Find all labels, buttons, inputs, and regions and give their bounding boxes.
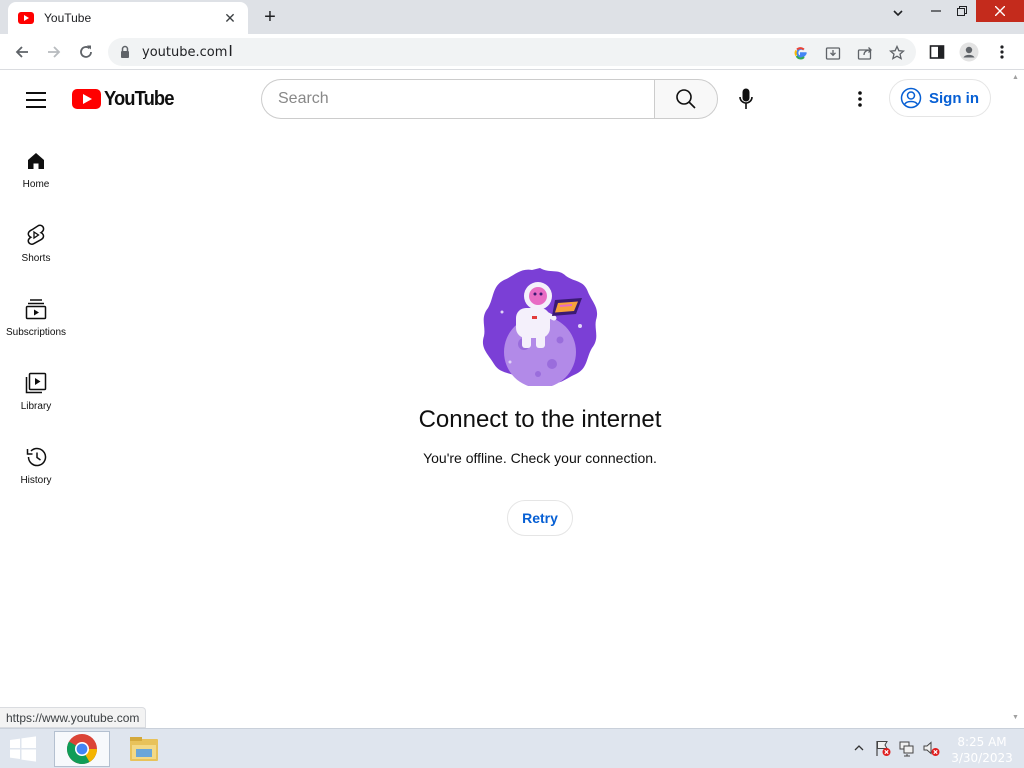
account-circle-icon bbox=[900, 87, 922, 109]
sign-in-button[interactable]: Sign in bbox=[889, 79, 991, 117]
guide-item-label: Shorts bbox=[21, 253, 51, 264]
guide-item-label: History bbox=[20, 475, 52, 486]
new-tab-button[interactable]: + bbox=[258, 6, 282, 28]
retry-button[interactable]: Retry bbox=[507, 500, 573, 536]
close-window-button[interactable] bbox=[976, 0, 1024, 22]
taskbar-chrome-button[interactable] bbox=[54, 731, 110, 767]
scroll-down-arrow-icon[interactable]: ▼ bbox=[1012, 714, 1019, 721]
subscriptions-icon bbox=[24, 297, 48, 321]
side-panel-icon[interactable] bbox=[926, 41, 948, 63]
guide-menu-button[interactable] bbox=[24, 88, 48, 112]
volume-muted-icon[interactable] bbox=[922, 739, 940, 757]
browser-menu-icon[interactable] bbox=[991, 41, 1013, 63]
search-input[interactable] bbox=[278, 90, 655, 108]
youtube-favicon-icon bbox=[18, 12, 34, 24]
clock-time: 8:25 AM bbox=[957, 735, 1007, 749]
guide-item-label: Library bbox=[20, 401, 52, 412]
forward-button[interactable] bbox=[42, 40, 66, 64]
network-icon[interactable] bbox=[898, 739, 916, 757]
show-hidden-icons-icon[interactable] bbox=[850, 739, 868, 757]
youtube-page: YouTube Sign in Home Shorts Subscription… bbox=[0, 71, 1008, 728]
close-tab-icon[interactable]: ✕ bbox=[222, 10, 238, 26]
restore-window-button[interactable] bbox=[946, 0, 978, 22]
youtube-logo[interactable]: YouTube bbox=[72, 88, 180, 110]
guide-item-subscriptions[interactable]: Subscriptions bbox=[0, 291, 72, 365]
guide-item-library[interactable]: Library bbox=[0, 365, 72, 439]
voice-search-button[interactable] bbox=[734, 87, 758, 111]
guide-item-label: Home bbox=[22, 179, 50, 190]
scroll-up-arrow-icon[interactable]: ▲ bbox=[1012, 74, 1019, 81]
guide-item-home[interactable]: Home bbox=[0, 143, 72, 217]
windows-taskbar: 8:25 AM 3/30/2023 bbox=[0, 728, 1024, 768]
action-center-flag-icon[interactable] bbox=[874, 739, 892, 757]
address-bar[interactable]: youtube.com I bbox=[108, 38, 916, 66]
taskbar-file-explorer-button[interactable] bbox=[116, 731, 172, 767]
page-scrollbar[interactable] bbox=[1008, 71, 1024, 728]
offline-message: Connect to the internet You're offline. … bbox=[340, 266, 740, 536]
system-clock[interactable]: 8:25 AM 3/30/2023 bbox=[946, 729, 1018, 768]
folder-icon bbox=[130, 737, 158, 761]
browser-tab[interactable]: YouTube ✕ bbox=[8, 2, 248, 34]
search-icon bbox=[676, 89, 696, 109]
shorts-icon bbox=[24, 223, 48, 247]
start-button[interactable] bbox=[8, 735, 38, 763]
share-icon[interactable] bbox=[856, 44, 874, 62]
library-icon bbox=[24, 371, 48, 395]
back-button[interactable] bbox=[10, 40, 34, 64]
profile-avatar-icon[interactable] bbox=[958, 41, 980, 63]
browser-toolbar: youtube.com I bbox=[0, 34, 1024, 70]
url-text[interactable]: youtube.com bbox=[142, 45, 227, 60]
google-lens-icon[interactable] bbox=[792, 44, 810, 62]
reload-button[interactable] bbox=[74, 40, 98, 64]
offline-astronaut-illustration bbox=[480, 266, 600, 388]
search-box[interactable] bbox=[261, 79, 655, 119]
search-button[interactable] bbox=[654, 79, 718, 119]
home-icon bbox=[24, 149, 48, 173]
clock-date: 3/30/2023 bbox=[951, 751, 1013, 765]
microphone-icon bbox=[739, 88, 753, 109]
offline-description: You're offline. Check your connection. bbox=[423, 450, 657, 466]
chrome-icon bbox=[66, 734, 97, 765]
settings-more-button[interactable] bbox=[848, 87, 872, 111]
windows-logo-icon bbox=[10, 736, 36, 762]
link-status-bubble: https://www.youtube.com bbox=[0, 707, 147, 728]
bookmark-star-icon[interactable] bbox=[888, 44, 906, 62]
guide-item-label: Subscriptions bbox=[5, 327, 67, 338]
install-app-icon[interactable] bbox=[824, 44, 842, 62]
tab-search-button[interactable] bbox=[886, 6, 910, 28]
offline-title: Connect to the internet bbox=[418, 406, 662, 433]
guide-item-history[interactable]: History bbox=[0, 439, 72, 513]
youtube-logo-text: YouTube bbox=[104, 87, 174, 110]
text-cursor-icon: I bbox=[228, 43, 233, 60]
youtube-play-icon bbox=[72, 89, 101, 109]
sign-in-label: Sign in bbox=[929, 89, 979, 107]
tab-title: YouTube bbox=[44, 11, 92, 25]
guide-item-shorts[interactable]: Shorts bbox=[0, 217, 72, 291]
tab-strip: YouTube ✕ + bbox=[0, 0, 1024, 34]
lock-icon[interactable] bbox=[120, 45, 130, 59]
vertical-dots-icon bbox=[858, 91, 862, 107]
history-icon bbox=[24, 445, 48, 469]
